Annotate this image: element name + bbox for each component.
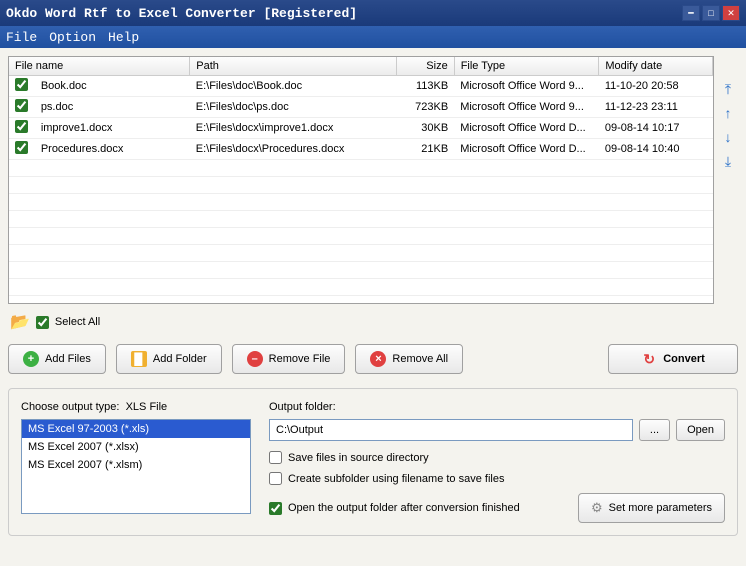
col-header-date[interactable]: Modify date xyxy=(599,57,713,76)
cell-size: 21KB xyxy=(396,139,454,160)
cell-name: Book.doc xyxy=(35,76,190,97)
output-type-option[interactable]: MS Excel 97-2003 (*.xls) xyxy=(22,420,250,438)
table-row[interactable]: improve1.docxE:\Files\docx\improve1.docx… xyxy=(9,118,713,139)
browse-button[interactable]: ... xyxy=(639,419,670,441)
remove-file-label: Remove File xyxy=(269,353,331,365)
row-checkbox[interactable] xyxy=(15,78,28,91)
table-row[interactable]: ps.docE:\Files\doc\ps.doc723KBMicrosoft … xyxy=(9,97,713,118)
cell-name: ps.doc xyxy=(35,97,190,118)
cell-name: improve1.docx xyxy=(35,118,190,139)
gear-icon: ⚙ xyxy=(591,500,603,516)
content-area: File name Path Size File Type Modify dat… xyxy=(0,48,746,566)
cell-name: Procedures.docx xyxy=(35,139,190,160)
create-subfolder-label[interactable]: Create subfolder using filename to save … xyxy=(288,473,504,485)
move-bottom-button[interactable]: ⤓ xyxy=(719,152,737,170)
set-more-label: Set more parameters xyxy=(609,502,712,514)
cell-path: E:\Files\doc\Book.doc xyxy=(190,76,397,97)
col-header-size[interactable]: Size xyxy=(396,57,454,76)
save-source-label[interactable]: Save files in source directory xyxy=(288,452,429,464)
create-subfolder-checkbox[interactable] xyxy=(269,472,282,485)
cell-type: Microsoft Office Word D... xyxy=(454,139,599,160)
folder-icon: ▉ xyxy=(131,351,147,367)
cell-date: 11-12-23 23:11 xyxy=(599,97,713,118)
set-more-parameters-button[interactable]: ⚙ Set more parameters xyxy=(578,493,725,523)
table-row[interactable]: Book.docE:\Files\doc\Book.doc113KBMicros… xyxy=(9,76,713,97)
open-folder-button[interactable]: Open xyxy=(676,419,725,441)
add-files-button[interactable]: + Add Files xyxy=(8,344,106,374)
cell-size: 723KB xyxy=(396,97,454,118)
menu-bar: File Option Help xyxy=(0,26,746,48)
add-folder-label: Add Folder xyxy=(153,353,207,365)
cell-path: E:\Files\docx\improve1.docx xyxy=(190,118,397,139)
output-folder-label: Output folder: xyxy=(269,401,725,413)
folder-up-icon[interactable]: 📂 xyxy=(10,312,30,332)
cell-date: 09-08-14 10:40 xyxy=(599,139,713,160)
x-icon: × xyxy=(370,351,386,367)
open-after-checkbox[interactable] xyxy=(269,502,282,515)
remove-file-button[interactable]: – Remove File xyxy=(232,344,346,374)
maximize-button[interactable]: □ xyxy=(702,5,720,21)
cell-size: 30KB xyxy=(396,118,454,139)
col-header-type[interactable]: File Type xyxy=(454,57,599,76)
window-title: Okdo Word Rtf to Excel Converter [Regist… xyxy=(6,6,680,21)
col-header-path[interactable]: Path xyxy=(190,57,397,76)
add-folder-button[interactable]: ▉ Add Folder xyxy=(116,344,222,374)
file-list[interactable]: File name Path Size File Type Modify dat… xyxy=(8,56,714,304)
convert-button[interactable]: ↻ Convert xyxy=(608,344,738,374)
close-button[interactable]: ✕ xyxy=(722,5,740,21)
select-all-checkbox[interactable] xyxy=(36,316,49,329)
select-all-label[interactable]: Select All xyxy=(55,316,100,328)
minus-icon: – xyxy=(247,351,263,367)
row-checkbox[interactable] xyxy=(15,99,28,112)
save-source-checkbox[interactable] xyxy=(269,451,282,464)
col-header-name[interactable]: File name xyxy=(9,57,190,76)
remove-all-label: Remove All xyxy=(392,353,448,365)
cell-date: 11-10-20 20:58 xyxy=(599,76,713,97)
table-row[interactable]: Procedures.docxE:\Files\docx\Procedures.… xyxy=(9,139,713,160)
row-checkbox[interactable] xyxy=(15,141,28,154)
output-type-listbox[interactable]: MS Excel 97-2003 (*.xls)MS Excel 2007 (*… xyxy=(21,419,251,514)
move-down-button[interactable]: ↓ xyxy=(719,128,737,146)
cell-type: Microsoft Office Word 9... xyxy=(454,97,599,118)
cell-path: E:\Files\doc\ps.doc xyxy=(190,97,397,118)
reorder-controls: ⤒ ↑ ↓ ⤓ xyxy=(718,56,738,304)
move-top-button[interactable]: ⤒ xyxy=(719,80,737,98)
menu-option[interactable]: Option xyxy=(49,30,96,45)
cell-type: Microsoft Office Word 9... xyxy=(454,76,599,97)
cell-path: E:\Files\docx\Procedures.docx xyxy=(190,139,397,160)
cell-type: Microsoft Office Word D... xyxy=(454,118,599,139)
output-type-option[interactable]: MS Excel 2007 (*.xlsm) xyxy=(22,456,250,474)
convert-label: Convert xyxy=(663,353,705,365)
output-type-label: Choose output type: XLS File xyxy=(21,401,251,413)
menu-help[interactable]: Help xyxy=(108,30,139,45)
title-bar: Okdo Word Rtf to Excel Converter [Regist… xyxy=(0,0,746,26)
output-folder-input[interactable] xyxy=(269,419,633,441)
cell-date: 09-08-14 10:17 xyxy=(599,118,713,139)
cell-size: 113KB xyxy=(396,76,454,97)
open-after-label[interactable]: Open the output folder after conversion … xyxy=(288,502,520,514)
menu-file[interactable]: File xyxy=(6,30,37,45)
remove-all-button[interactable]: × Remove All xyxy=(355,344,463,374)
row-checkbox[interactable] xyxy=(15,120,28,133)
minimize-button[interactable]: ━ xyxy=(682,5,700,21)
convert-icon: ↻ xyxy=(641,351,657,367)
plus-icon: + xyxy=(23,351,39,367)
add-files-label: Add Files xyxy=(45,353,91,365)
move-up-button[interactable]: ↑ xyxy=(719,104,737,122)
output-type-option[interactable]: MS Excel 2007 (*.xlsx) xyxy=(22,438,250,456)
